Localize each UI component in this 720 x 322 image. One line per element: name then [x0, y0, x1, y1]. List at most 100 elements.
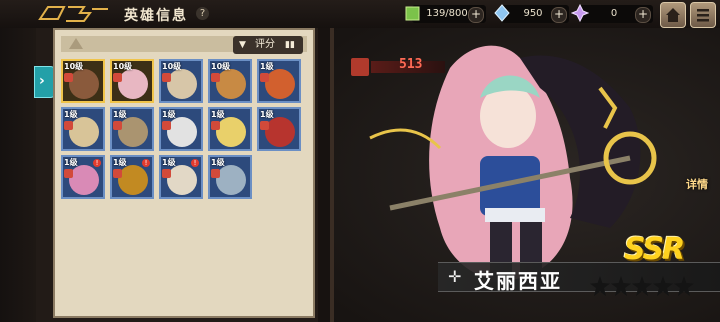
- element-icon: [64, 169, 73, 178]
- hero-level: 10级: [113, 62, 133, 71]
- hero-card[interactable]: 1级: [208, 155, 252, 199]
- hero-name: 艾丽西亚: [474, 269, 562, 293]
- hero-level: 1级: [113, 110, 127, 119]
- star-icon: [590, 276, 610, 296]
- star-icon: [653, 276, 673, 296]
- divider-pillar: [318, 28, 330, 322]
- triangle-icon: [69, 38, 83, 49]
- hero-level: 10级: [64, 62, 84, 71]
- hero-level: 10级: [162, 62, 182, 71]
- fist-icon: [351, 58, 369, 76]
- hero-card[interactable]: 1级: [61, 107, 105, 151]
- element-icon: [211, 121, 220, 130]
- top-bar: 英雄信息 ? 139/800 + 950 + 0 +: [0, 0, 720, 29]
- hero-portrait-thumb: [167, 69, 197, 99]
- stamina-cube-icon: [405, 6, 420, 21]
- divider-line: [330, 28, 334, 322]
- hero-portrait-thumb: [69, 117, 99, 147]
- hero-portrait-thumb: [69, 165, 99, 195]
- diamond-value: 950: [523, 8, 543, 19]
- star-icon: [611, 276, 631, 296]
- power-display: 513: [351, 57, 445, 76]
- element-icon: [162, 169, 171, 178]
- hero-portrait-thumb: [216, 165, 246, 195]
- left-stripe: [0, 28, 36, 322]
- element-icon: [211, 169, 220, 178]
- hero-level: 1级: [64, 110, 78, 119]
- hero-card[interactable]: 1级: [257, 59, 301, 103]
- hero-portrait-thumb: [216, 69, 246, 99]
- stamina-resource: 139/800 +: [405, 5, 486, 23]
- hero-card[interactable]: 1级!: [159, 155, 203, 199]
- diamond-icon: [494, 4, 510, 22]
- hero-card[interactable]: 10级: [110, 59, 154, 103]
- crystal-icon: [571, 4, 589, 22]
- back-logo-icon[interactable]: [38, 3, 110, 25]
- stamina-value: 139/800: [426, 8, 468, 19]
- hero-level: 1级: [162, 158, 176, 167]
- hero-portrait-thumb: [167, 117, 197, 147]
- hero-portrait-thumb: [265, 117, 295, 147]
- element-icon: [211, 73, 220, 82]
- star-icon: [674, 276, 694, 296]
- expand-arrow-icon: ›: [39, 73, 45, 89]
- bar-chart-icon: ▮▮: [285, 40, 295, 50]
- hero-card[interactable]: 10级: [159, 59, 203, 103]
- star-rating: [590, 276, 695, 298]
- sort-label: 评分: [255, 39, 275, 50]
- home-button[interactable]: [660, 2, 686, 28]
- stamina-plus-button[interactable]: +: [468, 7, 484, 23]
- sort-button[interactable]: ▼ 评分 ▮▮: [233, 36, 303, 54]
- hero-card[interactable]: 1级: [110, 107, 154, 151]
- page-title: 英雄信息: [124, 8, 188, 24]
- element-icon: [260, 73, 269, 82]
- alert-icon: !: [93, 159, 101, 167]
- hero-level: 1级: [260, 62, 274, 71]
- hero-portrait-thumb: [265, 69, 295, 99]
- hero-level: 1级: [162, 110, 176, 119]
- hero-level: 1级: [211, 110, 225, 119]
- hero-card[interactable]: 1级: [208, 107, 252, 151]
- element-icon: [162, 73, 171, 82]
- hero-card[interactable]: 1级!: [110, 155, 154, 199]
- menu-button[interactable]: [690, 2, 716, 28]
- element-icon: [64, 73, 73, 82]
- element-icon: [113, 73, 122, 82]
- class-cross-icon: ✛: [448, 267, 462, 286]
- hero-portrait-thumb: [118, 117, 148, 147]
- diamond-plus-button[interactable]: +: [551, 7, 567, 23]
- question-icon[interactable]: ?: [196, 7, 209, 20]
- power-value: 513: [399, 57, 423, 72]
- hero-portrait-thumb: [216, 117, 246, 147]
- hero-list-panel: ▼ 评分 ▮▮ 10级 10级 10级 10级 1级 1级 1级 1级 1级 1级 1级! 1级! 1级…: [53, 28, 315, 318]
- hero-portrait-thumb: [167, 165, 197, 195]
- hero-card[interactable]: 1级: [257, 107, 301, 151]
- element-icon: [113, 169, 122, 178]
- alert-icon: !: [191, 159, 199, 167]
- hero-portrait-thumb: [118, 69, 148, 99]
- hero-card[interactable]: 10级: [208, 59, 252, 103]
- element-icon: [113, 121, 122, 130]
- hero-portrait-thumb: [118, 165, 148, 195]
- hero-card[interactable]: 1级!: [61, 155, 105, 199]
- element-icon: [260, 121, 269, 130]
- crystal-plus-button[interactable]: +: [635, 7, 651, 23]
- filter-icon: ▼: [239, 40, 246, 50]
- hero-card[interactable]: 1级: [159, 107, 203, 151]
- crystal-value: 0: [610, 8, 618, 19]
- element-icon: [64, 121, 73, 130]
- diamond-resource: 950 +: [494, 4, 569, 23]
- hero-level: 1级: [113, 158, 127, 167]
- hero-level: 1级: [260, 110, 274, 119]
- hero-level: 1级: [211, 158, 225, 167]
- alert-icon: !: [142, 159, 150, 167]
- element-icon: [162, 121, 171, 130]
- hero-portrait-thumb: [69, 69, 99, 99]
- crystal-resource: 0 +: [571, 4, 653, 23]
- star-icon: [632, 276, 652, 296]
- hero-level: 1级: [64, 158, 78, 167]
- detail-button[interactable]: 详情: [686, 176, 708, 192]
- home-icon: [666, 8, 680, 22]
- hero-card[interactable]: 10级: [61, 59, 105, 103]
- hero-level: 10级: [211, 62, 231, 71]
